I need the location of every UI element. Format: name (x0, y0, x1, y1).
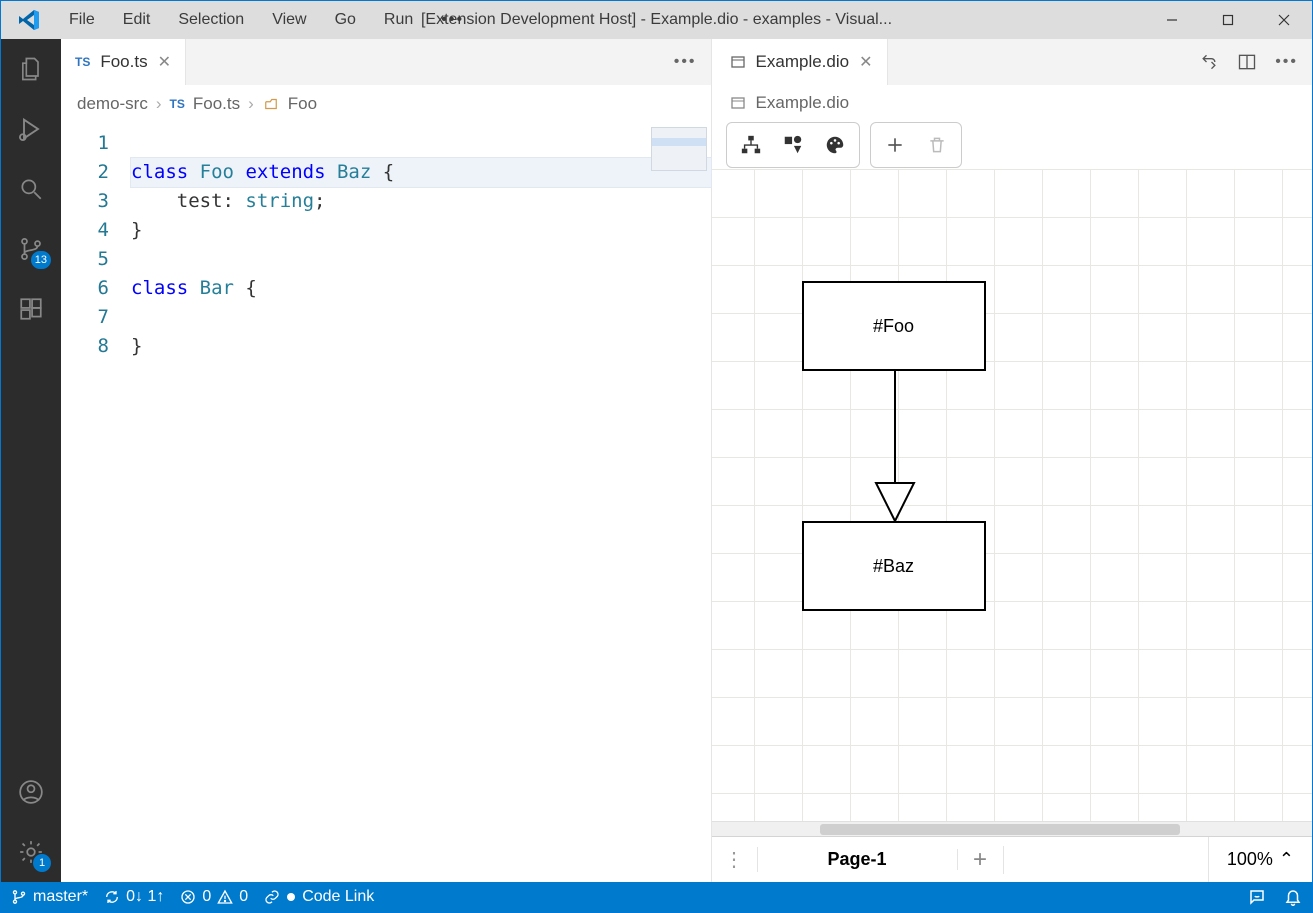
scm-badge: 13 (31, 251, 51, 269)
node-label: #Baz (873, 556, 914, 577)
node-label: #Foo (873, 316, 914, 337)
delete-button[interactable] (919, 127, 955, 163)
page-tab[interactable]: Page-1 (758, 849, 958, 870)
status-feedback[interactable] (1248, 888, 1266, 906)
line-gutter: 1 2 3 4 5 6 7 8 (61, 123, 131, 882)
scrollbar-thumb[interactable] (820, 824, 1180, 835)
chevron-up-icon: ⌃ (1279, 849, 1294, 870)
activity-settings[interactable]: 1 (1, 822, 61, 882)
vscode-icon (17, 8, 41, 32)
window-controls (1144, 1, 1312, 39)
palette-icon[interactable] (817, 127, 853, 163)
breadcrumb-file[interactable]: Foo.ts (193, 94, 240, 114)
activity-explorer[interactable] (1, 39, 61, 99)
sync-icon (104, 889, 120, 905)
tab-foo-ts[interactable]: TS Foo.ts ✕ (61, 39, 186, 85)
menu-edit[interactable]: Edit (111, 5, 163, 35)
error-icon (180, 889, 196, 905)
tab-close-button[interactable]: ✕ (859, 52, 872, 72)
activity-accounts[interactable] (1, 762, 61, 822)
menu-selection[interactable]: Selection (166, 5, 256, 35)
files-icon (17, 55, 45, 83)
code-editor[interactable]: 1 2 3 4 5 6 7 8 class Foo extends Baz { … (61, 123, 711, 882)
menu-run[interactable]: Run (372, 5, 425, 35)
page-menu-button[interactable]: ⋮ (712, 847, 758, 872)
menu-bar: File Edit Selection View Go Run ••• (57, 5, 476, 35)
breadcrumb-right[interactable]: Example.dio (712, 85, 1312, 121)
window-maximize-button[interactable] (1200, 1, 1256, 39)
diagram-canvas[interactable]: #Foo #Baz (712, 169, 1312, 821)
link-icon (264, 889, 280, 905)
diagram-toolbar (712, 121, 1312, 169)
tab-close-button[interactable]: ✕ (158, 52, 171, 72)
zoom-control[interactable]: 100% ⌃ (1208, 837, 1312, 882)
account-icon (18, 779, 44, 805)
diagram-footer: ⋮ Page-1 + 100% ⌃ (712, 836, 1312, 882)
activity-run-debug[interactable] (1, 99, 61, 159)
tabs-right: Example.dio ✕ ••• (712, 39, 1312, 85)
editor-group-right: Example.dio ✕ ••• Example.dio (712, 39, 1312, 882)
menu-go[interactable]: Go (323, 5, 368, 35)
status-codelink[interactable]: Code Link (264, 888, 374, 906)
settings-badge: 1 (33, 854, 51, 872)
play-bug-icon (17, 115, 45, 143)
horizontal-scrollbar[interactable] (712, 821, 1312, 836)
breadcrumb-root[interactable]: demo-src (77, 94, 148, 114)
minimap[interactable] (651, 127, 707, 171)
title-bar: File Edit Selection View Go Run ••• [Ext… (1, 1, 1312, 39)
menu-file[interactable]: File (57, 5, 107, 35)
split-editor-icon[interactable] (1237, 52, 1257, 72)
ts-file-icon: TS (170, 97, 185, 111)
activity-extensions[interactable] (1, 279, 61, 339)
tab-label: Foo.ts (100, 52, 147, 72)
status-sync[interactable]: 0↓ 1↑ (104, 888, 164, 906)
editor-actions-overflow[interactable]: ••• (1275, 53, 1298, 71)
tab-example-dio[interactable]: Example.dio ✕ (712, 39, 888, 85)
window-title: [Extension Development Host] - Example.d… (421, 11, 892, 29)
vscode-logo (1, 8, 57, 32)
symbol-class-icon (262, 95, 280, 113)
ts-file-icon: TS (75, 55, 90, 69)
preview-icon (730, 54, 746, 70)
diagram-edge[interactable] (890, 371, 900, 525)
status-notifications[interactable] (1284, 888, 1302, 906)
status-branch[interactable]: master* (11, 888, 88, 906)
status-bar: master* 0↓ 1↑ 0 0 Code Link (1, 882, 1312, 912)
add-page-button[interactable]: + (958, 846, 1004, 874)
bell-icon (1284, 888, 1302, 906)
breadcrumb-symbol[interactable]: Foo (288, 94, 317, 114)
search-icon (18, 176, 44, 202)
tab-label: Example.dio (756, 52, 850, 72)
tabs-left: TS Foo.ts ✕ ••• (61, 39, 711, 85)
git-branch-icon (11, 889, 27, 905)
zoom-value: 100% (1227, 849, 1273, 870)
shapes-icon[interactable] (775, 127, 811, 163)
menu-view[interactable]: View (260, 5, 318, 35)
window-close-button[interactable] (1256, 1, 1312, 39)
activity-bar: 13 1 (1, 39, 61, 882)
preview-icon (730, 95, 746, 111)
chevron-right-icon: › (248, 94, 254, 114)
compare-changes-icon[interactable] (1199, 52, 1219, 72)
breadcrumb-left[interactable]: demo-src › TS Foo.ts › Foo (61, 85, 711, 123)
editor-group-left: TS Foo.ts ✕ ••• demo-src › TS Foo.ts › F… (61, 39, 712, 882)
status-problems[interactable]: 0 0 (180, 888, 248, 906)
editor-actions-overflow[interactable]: ••• (674, 53, 697, 71)
diagram-node-baz[interactable]: #Baz (802, 521, 986, 611)
diagram-node-foo[interactable]: #Foo (802, 281, 986, 371)
chevron-right-icon: › (156, 94, 162, 114)
feedback-icon (1248, 888, 1266, 906)
breadcrumb-file[interactable]: Example.dio (756, 93, 850, 113)
code-content[interactable]: class Foo extends Baz { test: string; } … (131, 123, 711, 882)
add-button[interactable] (877, 127, 913, 163)
dot-icon (286, 892, 296, 902)
extensions-icon (18, 296, 44, 322)
hierarchy-icon[interactable] (733, 127, 769, 163)
warning-icon (217, 889, 233, 905)
activity-source-control[interactable]: 13 (1, 219, 61, 279)
window-minimize-button[interactable] (1144, 1, 1200, 39)
activity-search[interactable] (1, 159, 61, 219)
